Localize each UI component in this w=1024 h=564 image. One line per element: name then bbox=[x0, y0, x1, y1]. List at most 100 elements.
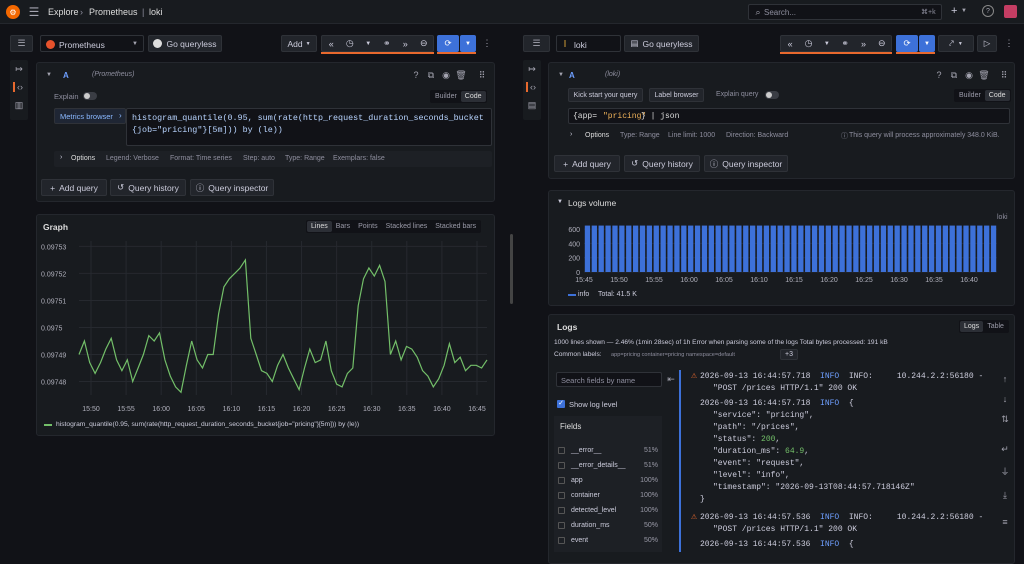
field-checkbox[interactable] bbox=[558, 447, 565, 454]
mode-points[interactable]: Points bbox=[354, 221, 381, 232]
collapse-fields-icon[interactable]: ⇤ bbox=[666, 374, 676, 384]
graph-mode-switch[interactable]: Lines Bars Points Stacked lines Stacked bars bbox=[306, 220, 482, 233]
chevron-down-icon[interactable]: ▼ bbox=[557, 199, 563, 205]
field-checkbox[interactable] bbox=[558, 462, 565, 469]
chevron-down-icon[interactable]: ▼ bbox=[818, 41, 836, 47]
options-row[interactable]: › Options Type: Range Line limit: 1000 D… bbox=[568, 129, 1010, 143]
run-query-button[interactable]: ⟳ bbox=[896, 35, 918, 52]
label-browser-button[interactable]: Label browser bbox=[649, 88, 704, 102]
run-query-dropdown[interactable]: ▼ bbox=[919, 35, 935, 52]
search-box[interactable]: ⌕ Search... ⌘+k bbox=[748, 4, 942, 20]
menu-icon[interactable]: ☰ bbox=[27, 5, 41, 19]
field-checkbox[interactable] bbox=[558, 507, 565, 514]
code-icon[interactable]: ‹› bbox=[13, 82, 25, 92]
more-vertical-icon[interactable]: ⋮ bbox=[1004, 37, 1014, 49]
field-checkbox[interactable] bbox=[558, 537, 565, 544]
eye-icon[interactable]: ◉ bbox=[441, 70, 451, 80]
help-icon[interactable]: ? bbox=[934, 70, 944, 80]
run-query-button[interactable]: ⟳ bbox=[437, 35, 459, 52]
field-row[interactable]: detected_level 100% bbox=[556, 503, 662, 518]
field-checkbox[interactable] bbox=[558, 522, 565, 529]
trash-icon[interactable]: 🗑 bbox=[455, 70, 466, 80]
dedupe-icon[interactable]: ≡ bbox=[1000, 517, 1010, 527]
field-checkbox[interactable] bbox=[558, 492, 565, 499]
copy-icon[interactable]: ⧉ bbox=[426, 70, 436, 80]
metrics-browser-button[interactable]: Metrics browser › bbox=[54, 108, 126, 124]
filter-icon[interactable]: ⏚ bbox=[1000, 466, 1010, 477]
expand-icon[interactable]: ↦ bbox=[526, 64, 538, 74]
arrow-up-icon[interactable]: ↑ bbox=[1000, 374, 1010, 384]
live-tail-button[interactable]: ▷ bbox=[977, 35, 997, 52]
query-history-button[interactable]: ↺ Query history bbox=[624, 155, 700, 172]
breadcrumb-loki[interactable]: loki bbox=[149, 7, 163, 17]
left-scrollbar[interactable] bbox=[510, 234, 513, 304]
copy-icon[interactable]: ⧉ bbox=[949, 70, 959, 80]
avatar[interactable] bbox=[1004, 5, 1017, 18]
run-query-dropdown[interactable]: ▼ bbox=[460, 35, 476, 52]
code-tab[interactable]: Code bbox=[460, 91, 486, 102]
field-row[interactable]: event 50% bbox=[556, 533, 662, 548]
logs-view-switch[interactable]: Logs Table bbox=[959, 320, 1009, 333]
shift-back-icon[interactable]: « bbox=[322, 39, 341, 49]
clock-icon[interactable]: ◷ bbox=[799, 38, 817, 49]
code-icon[interactable]: ‹› bbox=[526, 82, 538, 92]
field-row[interactable]: __error_details__ 51% bbox=[556, 458, 662, 473]
builder-code-switch[interactable]: Builder Code bbox=[954, 89, 1011, 102]
add-query-button[interactable]: + Add query bbox=[41, 179, 107, 196]
eye-icon[interactable]: ◉ bbox=[964, 70, 974, 80]
help-icon[interactable]: ? bbox=[982, 5, 994, 17]
query-inspector-button[interactable]: ⓘ Query inspector bbox=[190, 179, 274, 196]
explain-toggle[interactable] bbox=[83, 92, 97, 100]
query-history-button[interactable]: ↺ Query history bbox=[110, 179, 186, 196]
explain-query-toggle[interactable] bbox=[765, 91, 779, 99]
log-line-4[interactable]: 2026-09-13 16:44:57.536 INFO { bbox=[700, 540, 854, 549]
chevron-down-icon[interactable]: ▼ bbox=[359, 41, 378, 47]
more-vertical-icon[interactable]: ⋮ bbox=[482, 37, 492, 49]
wrap-icon[interactable]: ↵ bbox=[1000, 444, 1010, 454]
collapse-chevron-icon[interactable]: ▼ bbox=[557, 71, 565, 79]
datasource-picker-prometheus[interactable]: Prometheus ▼ bbox=[40, 35, 144, 52]
field-checkbox[interactable] bbox=[558, 477, 565, 484]
add-query-button[interactable]: + Add query bbox=[554, 155, 620, 172]
link-icon[interactable]: ⚭ bbox=[378, 38, 397, 49]
add-button[interactable]: Add ▼ bbox=[281, 35, 317, 52]
drag-icon[interactable]: ⠿ bbox=[999, 70, 1009, 80]
download-icon[interactable]: ⤓ bbox=[1000, 490, 1010, 500]
toggle-menu-icon[interactable]: ☰ bbox=[523, 35, 550, 52]
expand-icon[interactable]: ↦ bbox=[13, 64, 25, 74]
mode-stacked-lines[interactable]: Stacked lines bbox=[382, 221, 432, 232]
mode-lines[interactable]: Lines bbox=[307, 221, 332, 232]
options-row[interactable]: › Options Legend: Verbose Format: Time s… bbox=[54, 151, 492, 167]
drag-icon[interactable]: ⠿ bbox=[477, 70, 487, 80]
go-queryless-button[interactable]: Go queryless bbox=[148, 35, 222, 52]
help-icon[interactable]: ? bbox=[411, 70, 421, 80]
legend-info[interactable]: info bbox=[578, 291, 589, 298]
chart-icon[interactable]: ▥ bbox=[13, 100, 25, 110]
code-tab[interactable]: Code bbox=[984, 90, 1010, 101]
field-row[interactable]: duration_ms 50% bbox=[556, 518, 662, 533]
query-input[interactable]: histogram_quantile(0.95, sum(rate(http_r… bbox=[126, 108, 492, 146]
new-button[interactable]: + bbox=[951, 5, 957, 17]
go-queryless-button[interactable]: ▤ Go queryless bbox=[624, 35, 699, 52]
breadcrumb-prometheus[interactable]: Prometheus bbox=[89, 7, 138, 17]
field-row[interactable]: container 100% bbox=[556, 488, 662, 503]
legend-series-name[interactable]: histogram_quantile(0.95, sum(rate(http_r… bbox=[56, 421, 359, 428]
shift-forward-icon[interactable]: » bbox=[396, 39, 415, 49]
mode-bars[interactable]: Bars bbox=[332, 221, 354, 232]
shift-back-icon[interactable]: « bbox=[781, 39, 799, 49]
trash-icon[interactable]: 🗑 bbox=[978, 70, 989, 80]
collapse-chevron-icon[interactable]: ▼ bbox=[45, 71, 53, 79]
log-line-2[interactable]: 2026-09-13 16:44:57.718 INFO { bbox=[700, 399, 854, 408]
mode-stacked-bars[interactable]: Stacked bars bbox=[431, 221, 480, 232]
log-line-3[interactable]: 2026-09-13 16:44:57.536 INFO INFO: 10.24… bbox=[700, 513, 983, 522]
link-icon[interactable]: ⚭ bbox=[836, 38, 854, 49]
sort-icon[interactable]: ⇅ bbox=[1000, 414, 1010, 424]
arrow-down-icon[interactable]: ↓ bbox=[1000, 394, 1010, 404]
kick-start-button[interactable]: Kick start your query bbox=[568, 88, 643, 102]
document-icon[interactable]: ▤ bbox=[526, 100, 538, 110]
zoom-out-icon[interactable]: ⊖ bbox=[873, 38, 891, 49]
toggle-menu-icon[interactable]: ☰ bbox=[10, 35, 33, 52]
builder-tab[interactable]: Builder bbox=[955, 90, 985, 101]
query-inspector-button[interactable]: ⓘ Query inspector bbox=[704, 155, 788, 172]
datasource-picker-loki[interactable]: ⅼ loki bbox=[556, 35, 621, 52]
